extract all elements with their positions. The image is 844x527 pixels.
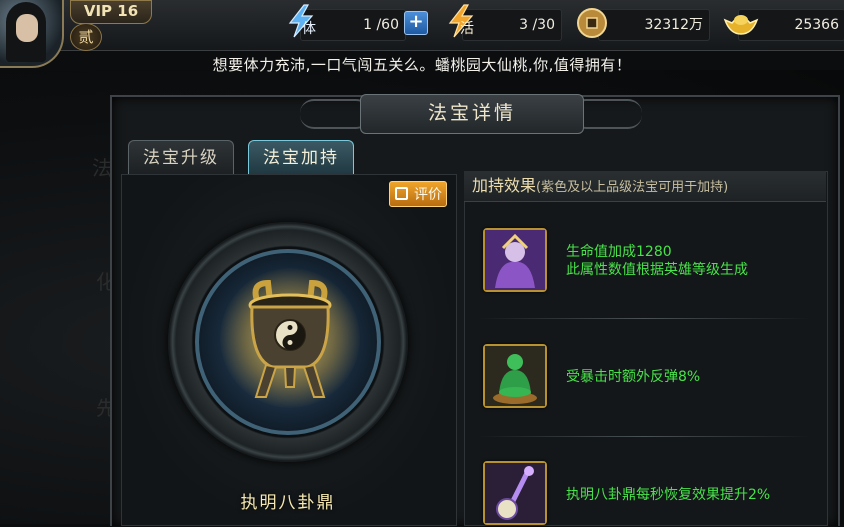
vip-badge[interactable]: VIP 16 [70,0,152,24]
tab-treasure-upgrade[interactable]: 法宝升级 [128,140,234,175]
bagua-staff-icon[interactable] [483,461,547,525]
tab-treasure-bless[interactable]: 法宝加持 [248,140,354,175]
bless-effects-title: 加持效果(紫色及以上品级法宝可用于加持) [472,171,728,203]
rate-button-label: 评价 [414,187,442,203]
avatar-face [16,14,38,42]
jade-buddha-statue-icon[interactable] [483,344,547,408]
effect-divider [478,318,810,319]
vigor-value: 3 /30 [519,17,555,33]
effect-text: 执明八卦鼎每秒恢复效果提升2% [566,486,770,504]
jade-buddha-art [485,346,545,406]
vigor-label: 活 [460,21,474,37]
copper-value: 32312万 [644,17,703,33]
effect-divider [478,436,810,437]
effect-text: 生命值加成1280 此属性数值根据英雄等级生成 [566,243,748,279]
stamina-value: 1 /60 [363,17,399,33]
rank-badge: 贰 [70,23,102,51]
effect-line: 此属性数值根据英雄等级生成 [566,262,748,278]
purple-hero-portrait-icon[interactable] [483,228,547,292]
treasure-name: 执明八卦鼎 [240,493,336,513]
effect-text: 受暴击时额外反弹8% [566,368,700,386]
bagua-staff-art [485,463,545,523]
gold-value: 25366 [794,17,839,33]
bless-effects-title-text: 加持效果 [472,176,537,195]
edit-icon [395,187,408,200]
gold-ingot-icon [723,15,759,35]
bless-effects-note: (紫色及以上品级法宝可用于加持) [536,180,729,195]
add-stamina-button[interactable]: + [404,11,428,35]
bagua-cauldron-icon [248,279,332,398]
copper-counter: 32312万 [598,9,710,41]
effect-line: 受暴击时额外反弹8% [566,369,701,385]
effect-line: 生命值加成1280 [566,244,672,260]
announcement-marquee: 想要体力充沛,一口气闯五关么。蟠桃园大仙桃,你,值得拥有！ [212,56,632,74]
stamina-label: 体 [302,21,316,37]
effect-line: 执明八卦鼎每秒恢复效果提升2% [566,487,771,503]
bless-effects-header: 加持效果(紫色及以上品级法宝可用于加持) [464,171,826,202]
copper-coin-icon [577,8,607,38]
panel-title: 法宝详情 [360,94,584,134]
purple-hero-art [485,230,545,290]
bg-label: 法 [92,156,112,180]
rate-button[interactable]: 评价 [389,181,447,207]
